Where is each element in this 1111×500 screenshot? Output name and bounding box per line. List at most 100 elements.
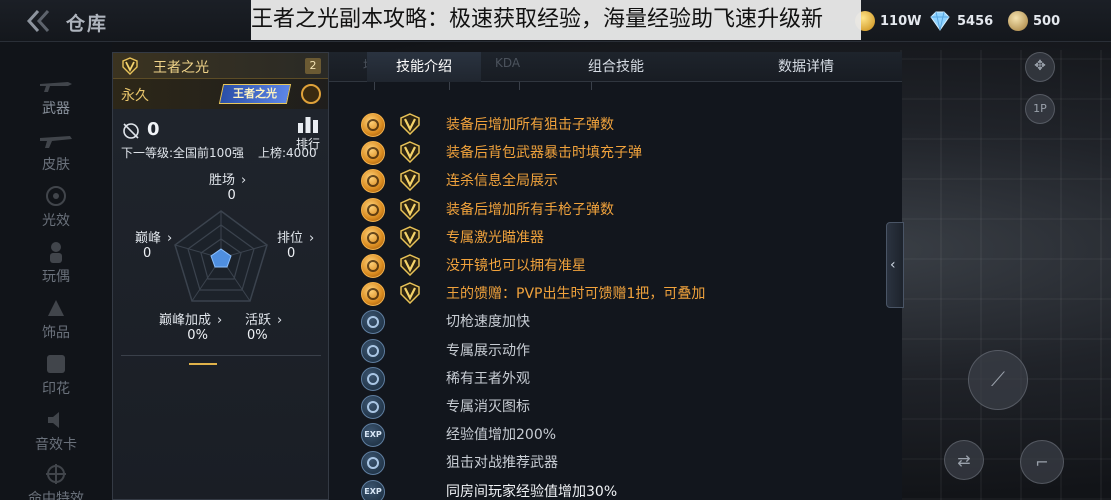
stat-peak-bonus-label: 巅峰加成	[159, 313, 212, 328]
leaderboard-text: 上榜:4000	[258, 146, 317, 160]
nav-item-hit-effect[interactable]: 命中特效	[0, 458, 112, 500]
exp-icon: EXP	[361, 423, 385, 448]
gold-coin-counter[interactable]: 110W	[855, 10, 921, 32]
duration-label: 永久	[121, 88, 149, 104]
chevron-right-icon: ›	[277, 313, 283, 328]
laser-sight-icon	[361, 225, 385, 250]
skill-description: 专属消灭图标	[446, 399, 530, 415]
v-crest-icon	[400, 141, 420, 164]
nav-label: 饰品	[42, 325, 70, 341]
accessory-icon	[48, 300, 64, 316]
crosshair-icon	[361, 254, 385, 278]
stat-active[interactable]: 活跃 › 0%	[245, 309, 282, 343]
collapse-panel-button[interactable]: ‹	[886, 222, 904, 308]
bar-chart-icon	[298, 117, 318, 133]
skill-icon-text: EXP	[364, 430, 382, 440]
stat-wins-label: 胜场	[209, 173, 236, 188]
skill-description: 狙击对战推荐武器	[446, 455, 558, 472]
skill-row: 王的馈赠：PVP出生时可馈赠1把，可叠加	[329, 279, 902, 307]
skill-row: 装备后增加所有手枪子弹数	[329, 195, 902, 223]
v-crest-icon	[400, 254, 420, 276]
stat-ranked[interactable]: 排位 › 0	[277, 227, 314, 261]
stat-peak-bonus[interactable]: 巅峰加成 › 0%	[159, 309, 222, 343]
nav-label: 光效	[42, 213, 70, 229]
v-crest-icon	[400, 169, 420, 192]
divider	[519, 82, 520, 90]
skill-row: 专属展示动作	[329, 336, 902, 364]
divider	[374, 82, 375, 90]
tab-data-details[interactable]: 数据详情	[749, 52, 863, 82]
move-icon[interactable]: ✥	[1025, 52, 1055, 82]
panel-subheader: 永久 王者之光	[113, 79, 328, 109]
doll-icon	[50, 242, 62, 263]
skill-description: 经验值增加200%	[446, 427, 557, 444]
nav-label: 命中特效	[28, 491, 84, 500]
stat-peak-label: 巅峰	[135, 231, 162, 246]
skill-description: 稀有王者外观	[446, 370, 530, 387]
tab-skill-intro[interactable]: 技能介绍	[367, 52, 481, 82]
divider	[591, 82, 592, 90]
diamond-counter[interactable]: 5456	[928, 10, 993, 32]
skill-row: EXP 同房间玩家经验值增加30%	[329, 477, 902, 500]
skill-description: 没开镜也可以拥有准星	[446, 258, 586, 274]
sound-card-icon	[48, 412, 59, 428]
chevron-left-icon: ‹	[890, 257, 896, 273]
stat-ranked-value: 0	[287, 246, 296, 261]
weapon-select-icon[interactable]: ⌐	[1020, 440, 1064, 484]
nav-label: 武器	[42, 101, 70, 117]
swap-icon[interactable]: ⇄	[944, 440, 984, 480]
stat-wins-value: 0	[227, 188, 236, 203]
nav-label: 玩偶	[42, 269, 70, 285]
nav-item-doll[interactable]: 玩偶	[0, 236, 112, 292]
skill-row: 装备后增加所有狙击子弹数	[329, 110, 902, 138]
skill-row: 切枪速度加快	[329, 307, 902, 335]
skill-description: 专属激光瞄准器	[446, 229, 544, 246]
page-indicator	[189, 363, 217, 365]
nav-item-light-effect[interactable]: 光效	[0, 180, 112, 236]
stat-active-value: 0%	[247, 328, 268, 343]
nav-item-decal[interactable]: 印花	[0, 348, 112, 404]
skin-icon	[40, 136, 72, 148]
player-mode-button[interactable]: 1P	[1025, 94, 1055, 124]
nav-item-skin[interactable]: 皮肤	[0, 124, 112, 180]
nav-label: 印花	[42, 381, 70, 397]
swap-weapon-icon	[361, 310, 385, 335]
nav-item-weapon[interactable]: 武器	[0, 68, 112, 124]
skill-description: 专属展示动作	[446, 342, 530, 359]
skill-row: 专属激光瞄准器	[329, 223, 902, 251]
diamond-icon	[928, 11, 952, 31]
nav-label: 音效卡	[35, 437, 77, 453]
nav-item-accessory[interactable]: 饰品	[0, 292, 112, 348]
ghost-label: KDA	[495, 56, 521, 70]
skill-icon-text: EXP	[364, 486, 382, 496]
room-exp-icon: EXP	[361, 479, 385, 500]
honor-coin-counter[interactable]: 500	[1008, 10, 1060, 32]
stat-ranked-label: 排位	[277, 231, 304, 246]
knife-icon[interactable]: ⟋	[968, 350, 1028, 410]
skill-row: 狙击对战推荐武器	[329, 448, 902, 476]
light-effect-icon	[46, 186, 66, 206]
diamond-value: 5456	[957, 13, 994, 29]
nav-item-sound-card[interactable]: 音效卡	[0, 404, 112, 460]
pistol-icon	[361, 197, 385, 222]
tab-combo-skill[interactable]: 组合技能	[559, 52, 673, 82]
article-title-banner: 王者之光副本攻略：极速获取经验，海量经验助飞速升级新	[251, 0, 861, 40]
chevron-right-icon: ›	[217, 313, 223, 328]
eliminate-icon	[361, 395, 385, 419]
king-emblem-text: 王者之光	[233, 87, 277, 100]
skill-row: 专属消灭图标	[329, 392, 902, 420]
sniper-bullet-icon	[361, 113, 385, 137]
skill-panel: 场次 KDA 技能介绍 组合技能 数据详情 装备后增加所有狙击子弹数装备后背包武…	[329, 52, 902, 500]
divider	[449, 82, 450, 90]
killstreak-icon	[361, 169, 385, 194]
no-sign-icon[interactable]	[301, 84, 321, 104]
tab-bar: 场次 KDA 技能介绍 组合技能 数据详情	[329, 52, 902, 90]
item-level-badge: 2	[305, 58, 321, 74]
back-icon[interactable]	[24, 8, 54, 34]
backpack-icon	[361, 141, 385, 166]
stat-wins[interactable]: 胜场 › 0	[209, 169, 246, 203]
stat-peak[interactable]: 巅峰 › 0	[135, 227, 172, 261]
v-crest-icon	[400, 225, 420, 248]
rifle-icon	[40, 82, 72, 92]
skill-row: 装备后背包武器暴击时填充子弹	[329, 138, 902, 166]
